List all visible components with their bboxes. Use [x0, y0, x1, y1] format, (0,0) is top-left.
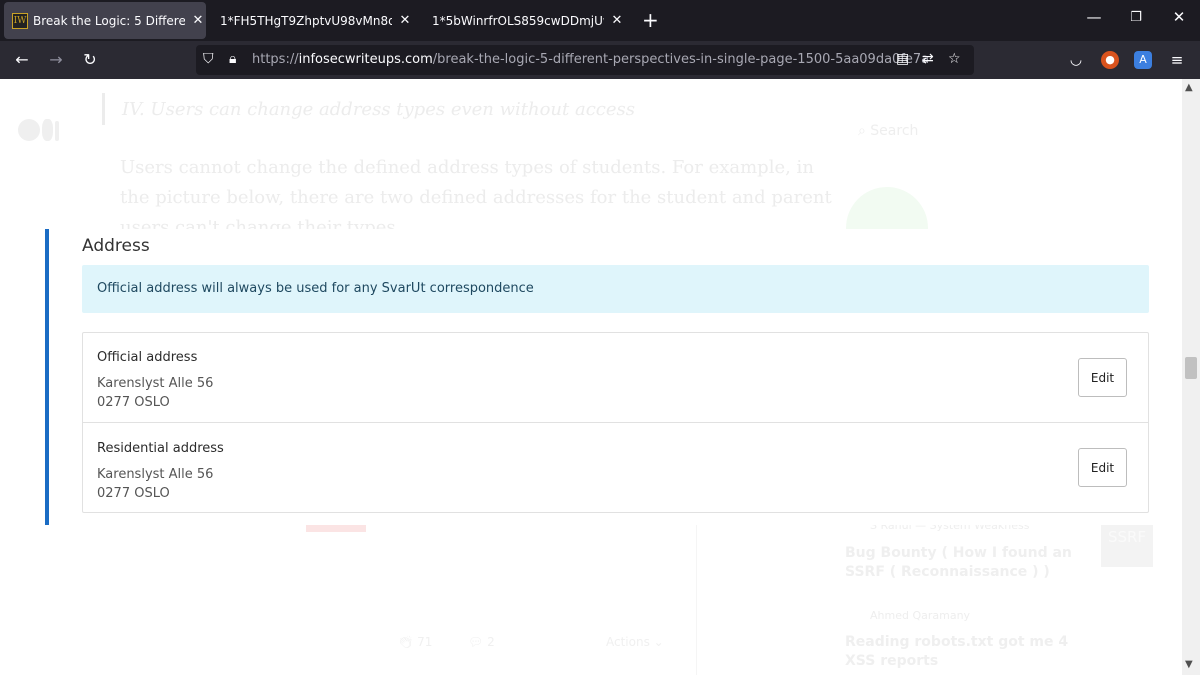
address-list: Official address Karenslyst Alle 56 0277… [82, 332, 1149, 513]
address-panel: Address Official address will always be … [45, 229, 1155, 525]
reload-icon[interactable]: ↻ [79, 50, 101, 70]
scroll-down-icon[interactable]: ▼ [1185, 659, 1193, 670]
actions-menu[interactable]: Actions ⌄ [606, 635, 664, 649]
article-paragraph: Users cannot change the defined address … [120, 157, 814, 178]
quote-bar [102, 93, 105, 125]
address-street: Karenslyst Alle 56 [97, 376, 214, 391]
comment-count[interactable]: 💬︎ 2 [468, 635, 495, 649]
translate-extension-icon[interactable]: A [1134, 51, 1152, 69]
address-item-official: Official address Karenslyst Alle 56 0277… [83, 333, 1148, 422]
close-tab-icon[interactable]: ✕ [610, 13, 624, 28]
shield-icon[interactable]: ⛉ [203, 51, 214, 67]
nav-toolbar: ← → ↻ ⛉ 🔒︎ https://infosecwriteups.com/b… [0, 41, 1200, 79]
address-postal: 0277 OSLO [97, 486, 170, 501]
forward-icon[interactable]: → [45, 50, 67, 70]
address-street: Karenslyst Alle 56 [97, 467, 214, 482]
menu-icon[interactable]: ≡ [1168, 51, 1186, 69]
pocket-icon[interactable]: ◡ [1067, 51, 1085, 69]
window-close-icon[interactable]: ✕ [1164, 8, 1194, 26]
tab-title: 1*FH5THgT9ZhptvU98vMn8dw.png [220, 13, 392, 28]
address-item-residential: Residential address Karenslyst Alle 56 0… [83, 422, 1148, 511]
tab-image-2[interactable]: 1*5bWinrfrOLS859cwDDmjUw.png ( ✕ [424, 2, 630, 39]
info-text: Official address will always be used for… [97, 281, 534, 296]
page-content: IV. Users can change address types even … [0, 79, 1182, 675]
address-label: Residential address [97, 441, 224, 456]
panel-title: Address [82, 236, 150, 256]
address-postal: 0277 OSLO [97, 395, 170, 410]
tab-active[interactable]: IW Break the Logic: 5 Different Pers ✕ [4, 2, 206, 39]
info-banner: Official address will always be used for… [82, 265, 1149, 313]
scrollbar-thumb[interactable] [1185, 357, 1197, 379]
article-paragraph: the picture below, there are two defined… [120, 187, 832, 208]
story-title[interactable]: Reading robots.txt got me 4 XSS reports [845, 633, 1085, 671]
article-quote: IV. Users can change address types even … [122, 99, 635, 120]
story-author[interactable]: Ahmed Qaramany [870, 609, 970, 622]
reader-view-icon[interactable]: ▤ [896, 51, 909, 67]
search-icon: ⌕ [858, 123, 866, 139]
restore-icon[interactable]: ❐ [1121, 10, 1151, 25]
tab-title: Break the Logic: 5 Different Pers [33, 13, 185, 28]
edit-residential-address-button[interactable]: Edit [1078, 448, 1127, 487]
extension-fox-icon[interactable]: ● [1101, 51, 1119, 69]
tab-title: 1*5bWinrfrOLS859cwDDmjUw.png ( [432, 13, 604, 28]
new-tab-button[interactable]: + [642, 10, 659, 30]
close-tab-icon[interactable]: ✕ [191, 13, 205, 28]
medium-logo-icon[interactable] [18, 119, 59, 145]
address-bar[interactable]: ⛉ 🔒︎ https://infosecwriteups.com/break-t… [196, 45, 974, 75]
back-icon[interactable]: ← [11, 50, 33, 70]
edit-official-address-button[interactable]: Edit [1078, 358, 1127, 397]
tab-strip: IW Break the Logic: 5 Different Pers ✕ 1… [0, 0, 1200, 41]
close-tab-icon[interactable]: ✕ [398, 13, 412, 28]
sidebar-search[interactable]: ⌕ Search [858, 123, 918, 139]
bookmark-star-icon[interactable]: ☆ [948, 51, 961, 67]
article-image-card [185, 523, 697, 675]
lock-icon[interactable]: 🔒︎ [229, 51, 236, 67]
tab-image-1[interactable]: 1*FH5THgT9ZhptvU98vMn8dw.png ✕ [212, 2, 418, 39]
scroll-up-icon[interactable]: ▲ [1185, 82, 1193, 93]
page-scrollbar[interactable]: ▲ ▼ [1182, 79, 1200, 675]
minimize-icon[interactable]: — [1079, 8, 1109, 26]
story-thumbnail[interactable]: SSRF [1101, 523, 1153, 567]
story-title[interactable]: Bug Bounty ( How I found an SSRF ( Recon… [845, 544, 1085, 582]
clap-count[interactable]: 👏︎ 71 [398, 635, 432, 649]
address-label: Official address [97, 350, 198, 365]
url-text[interactable]: https://infosecwriteups.com/break-the-lo… [252, 52, 929, 67]
site-favicon-icon: IW [12, 12, 28, 29]
translate-icon[interactable]: ⇄ [922, 51, 934, 67]
